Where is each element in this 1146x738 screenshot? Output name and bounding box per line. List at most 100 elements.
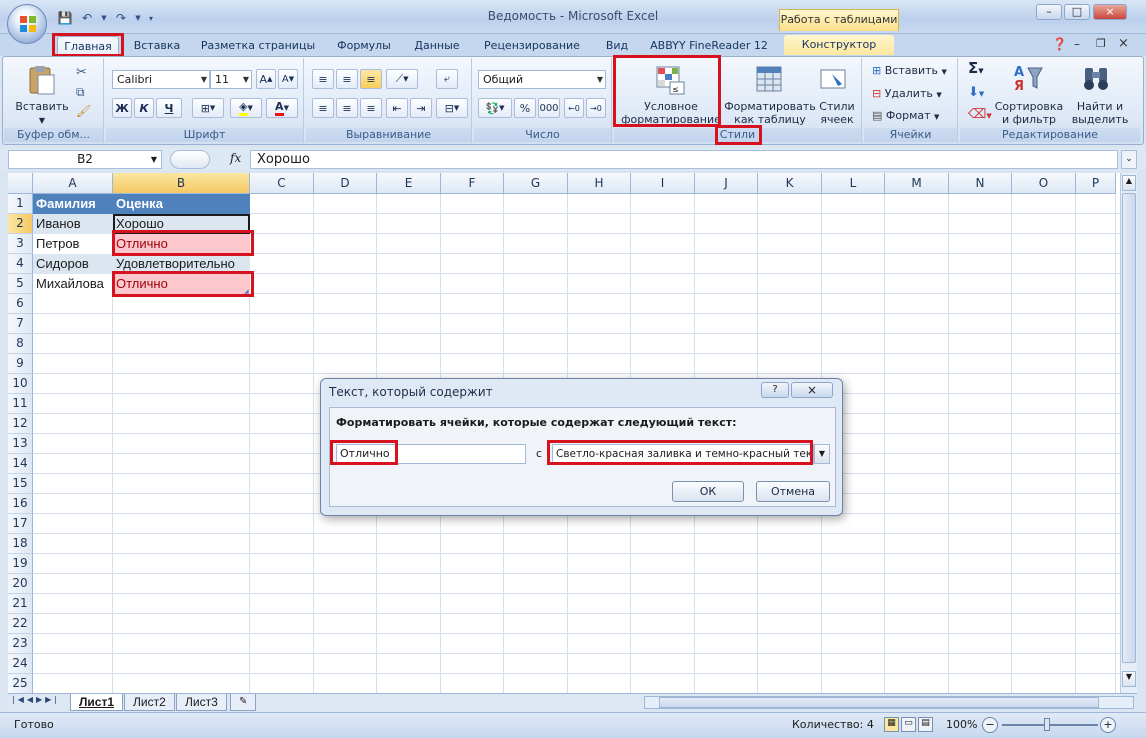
- normal-view-icon[interactable]: ▦: [884, 717, 899, 732]
- name-box[interactable]: B2 ▼: [8, 150, 162, 169]
- currency-button[interactable]: 💱 ▼: [478, 98, 512, 118]
- horizontal-scrollbar[interactable]: [644, 696, 1134, 709]
- row-header[interactable]: 5: [8, 274, 33, 294]
- format-painter-icon[interactable]: 🖌: [76, 105, 91, 118]
- insert-function-button[interactable]: fx: [230, 151, 241, 165]
- thousands-button[interactable]: 000: [538, 98, 560, 118]
- cell-a2[interactable]: Иванов: [33, 214, 113, 234]
- sort-filter-button[interactable]: Сортировка и фильтр: [994, 100, 1064, 126]
- sheet-tab-1[interactable]: Лист1: [70, 694, 124, 711]
- row-header[interactable]: 17: [8, 514, 33, 534]
- conditional-formatting-button[interactable]: Условное форматирование: [618, 100, 724, 126]
- sheet-tab-3[interactable]: Лист3: [176, 694, 227, 711]
- row-header[interactable]: 1: [8, 194, 33, 214]
- column-header[interactable]: H: [568, 173, 631, 194]
- column-header[interactable]: K: [758, 173, 822, 194]
- tab-page-layout[interactable]: Разметка страницы: [198, 39, 318, 57]
- office-button[interactable]: [7, 4, 47, 44]
- align-center-button[interactable]: ≡: [336, 98, 358, 118]
- column-header[interactable]: I: [631, 173, 695, 194]
- copy-icon[interactable]: ⧉: [76, 86, 85, 99]
- column-header[interactable]: N: [949, 173, 1012, 194]
- font-color-button[interactable]: A ▼: [266, 98, 298, 118]
- page-layout-view-icon[interactable]: ▭: [901, 717, 916, 732]
- ribbon-restore-icon[interactable]: ❐: [1096, 37, 1106, 50]
- cell-a5[interactable]: Михайлова: [33, 274, 113, 294]
- zoom-slider-thumb[interactable]: [1044, 718, 1050, 731]
- paste-button[interactable]: Вставить: [14, 100, 70, 113]
- paste-dropdown-icon[interactable]: ▼: [36, 114, 48, 127]
- bold-button[interactable]: Ж: [112, 98, 132, 118]
- row-header[interactable]: 2: [8, 214, 33, 234]
- row-header[interactable]: 21: [8, 594, 33, 614]
- cell-b1[interactable]: Оценка: [113, 194, 250, 214]
- row-header[interactable]: 24: [8, 654, 33, 674]
- horizontal-scroll-thumb[interactable]: [659, 697, 1099, 708]
- merge-center-button[interactable]: ⊟ ▼: [436, 98, 468, 118]
- insert-cells-button[interactable]: ⊞ Вставить ▼: [872, 64, 956, 79]
- grow-font-button[interactable]: A ▲: [256, 69, 276, 89]
- italic-button[interactable]: К: [134, 98, 154, 118]
- column-header[interactable]: G: [504, 173, 568, 194]
- row-header[interactable]: 18: [8, 534, 33, 554]
- column-header[interactable]: J: [695, 173, 758, 194]
- column-header[interactable]: B: [113, 173, 250, 194]
- format-cells-button[interactable]: ▤ Формат ▼: [872, 109, 956, 124]
- percent-button[interactable]: %: [514, 98, 536, 118]
- row-header[interactable]: 15: [8, 474, 33, 494]
- align-top-button[interactable]: ≡: [312, 69, 334, 89]
- tab-view[interactable]: Вид: [598, 39, 636, 57]
- row-header[interactable]: 22: [8, 614, 33, 634]
- cell-b2-selected[interactable]: Хорошо: [113, 214, 250, 234]
- underline-button[interactable]: Ч: [156, 98, 182, 118]
- workbook-close-icon[interactable]: ×: [1118, 36, 1129, 51]
- text-input[interactable]: Отлично: [336, 444, 526, 464]
- fill-button[interactable]: ⬇▼: [968, 86, 984, 101]
- tab-abbyy[interactable]: ABBYY FineReader 12: [648, 39, 770, 57]
- cell-a3[interactable]: Петров: [33, 234, 113, 254]
- scroll-thumb[interactable]: [1122, 193, 1136, 663]
- shrink-font-button[interactable]: A ▼: [278, 69, 298, 89]
- ribbon-minimize-icon[interactable]: –: [1074, 37, 1080, 51]
- fill-color-button[interactable]: ◈ ▼: [230, 98, 262, 118]
- minimize-button[interactable]: –: [1036, 4, 1062, 20]
- decrease-decimal-button[interactable]: →0: [586, 98, 606, 118]
- cut-icon[interactable]: ✂: [76, 66, 87, 79]
- zoom-slider-track[interactable]: [1002, 724, 1098, 726]
- tab-review[interactable]: Рецензирование: [480, 39, 584, 57]
- find-select-button[interactable]: Найти и выделить: [1068, 100, 1132, 126]
- dialog-close-button[interactable]: ×: [791, 382, 833, 398]
- cell-b3[interactable]: Отлично: [113, 234, 250, 254]
- decrease-indent-button[interactable]: ⇤: [386, 98, 408, 118]
- cell-b4[interactable]: Удовлетворительно: [113, 254, 250, 274]
- zoom-out-icon[interactable]: −: [982, 717, 998, 733]
- row-header[interactable]: 13: [8, 434, 33, 454]
- borders-button[interactable]: ⊞ ▼: [192, 98, 224, 118]
- vertical-scrollbar[interactable]: ▲ ▼: [1120, 173, 1137, 693]
- autosum-button[interactable]: Σ▼: [968, 61, 984, 78]
- column-header[interactable]: P: [1076, 173, 1116, 194]
- align-right-button[interactable]: ≡: [360, 98, 382, 118]
- format-as-table-button[interactable]: Форматировать как таблицу: [724, 100, 816, 126]
- row-header[interactable]: 9: [8, 354, 33, 374]
- close-button[interactable]: ×: [1093, 4, 1127, 20]
- chevron-down-icon[interactable]: ▼: [151, 151, 157, 168]
- zoom-in-icon[interactable]: +: [1100, 717, 1116, 733]
- help-icon[interactable]: ❓: [1052, 37, 1067, 51]
- clear-button[interactable]: ⌫▼: [968, 108, 992, 123]
- table-resize-handle[interactable]: ◢: [244, 288, 249, 295]
- row-header[interactable]: 16: [8, 494, 33, 514]
- sheet-nav-icon[interactable]: |◀◀▶▶|: [12, 695, 60, 704]
- dialog-help-button[interactable]: ?: [761, 382, 789, 398]
- row-header[interactable]: 14: [8, 454, 33, 474]
- tab-insert[interactable]: Вставка: [130, 39, 184, 57]
- tab-data[interactable]: Данные: [408, 39, 466, 57]
- tab-home[interactable]: Главная: [57, 36, 119, 56]
- ok-button[interactable]: ОК: [672, 481, 744, 502]
- column-header[interactable]: M: [885, 173, 949, 194]
- cell-a1[interactable]: Фамилия: [33, 194, 113, 214]
- column-header[interactable]: A: [33, 173, 113, 194]
- sheet-tab-2[interactable]: Лист2: [124, 694, 175, 711]
- scroll-down-icon[interactable]: ▼: [1122, 671, 1136, 687]
- tab-constructor[interactable]: Конструктор: [784, 35, 894, 55]
